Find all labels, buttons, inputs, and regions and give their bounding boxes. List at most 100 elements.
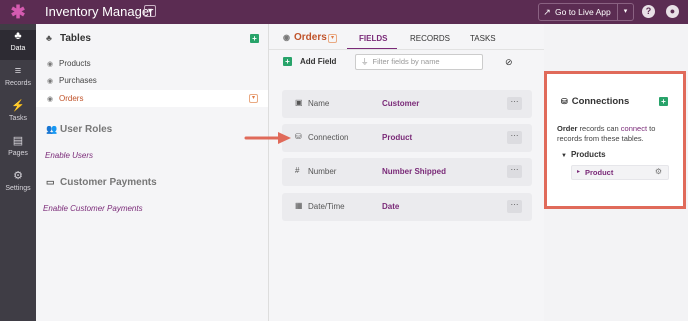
nav-data-label: Data <box>10 45 26 52</box>
add-table-icon[interactable]: + <box>250 34 259 43</box>
add-connection-icon[interactable]: + <box>659 97 668 106</box>
filter-icon: ⏚ <box>361 57 369 66</box>
customer-payments-heading: ▭ Customer Payments <box>46 177 157 188</box>
enable-customer-payments-link[interactable]: Enable Customer Payments <box>43 204 143 213</box>
connections-heading: ⛁ Connections <box>561 96 629 107</box>
records-icon: ≡ <box>14 65 22 77</box>
expand-caret-icon: ▸ <box>577 169 581 175</box>
live-button-label: Go to Live App <box>555 7 611 17</box>
field-name: Connection <box>308 133 349 142</box>
user-roles-heading: 👥 User Roles <box>46 124 112 135</box>
live-dropdown-caret-icon[interactable]: ▾ <box>617 4 633 20</box>
external-link-icon: ↗ <box>543 6 551 17</box>
sidebar-item-purchases[interactable]: ◉ Purchases <box>36 72 268 89</box>
desc-table: Order <box>557 124 578 133</box>
nav-records-label: Records <box>4 80 32 87</box>
connect-link[interactable]: connect <box>621 124 647 133</box>
table-icon: ◉ <box>47 61 54 68</box>
table-name-header: ◉ Orders <box>283 32 327 43</box>
tasks-icon: ⚡ <box>11 100 25 112</box>
nav-settings[interactable]: ⚙ Settings <box>0 170 36 200</box>
gear-icon[interactable]: ⚙ <box>655 167 662 176</box>
tables-heading: ♣ Tables <box>46 33 91 44</box>
sidebar-item-label: Orders <box>59 94 84 103</box>
field-value: Customer <box>382 99 420 108</box>
collapse-caret-icon: ▼ <box>561 153 567 159</box>
connections-title: Connections <box>571 96 630 107</box>
go-to-live-app-button[interactable]: ↗ Go to Live App ▾ <box>538 3 634 21</box>
nav-tasks[interactable]: ⚡ Tasks <box>0 100 36 130</box>
connections-panel: ⛁ Connections + Order records can connect… <box>544 71 686 209</box>
number-field-icon: # <box>295 166 300 175</box>
text-field-icon: ▣ <box>295 98 303 107</box>
field-row-name[interactable]: ▣ Name Customer ··· <box>282 90 532 118</box>
field-menu-button[interactable]: ··· <box>507 200 522 213</box>
field-name: Number <box>308 167 337 176</box>
field-row-datetime[interactable]: ▦ Date/Time Date ··· <box>282 193 532 221</box>
field-value: Product <box>382 133 413 142</box>
app-title: Inventory Manager <box>45 4 154 19</box>
nav-pages[interactable]: ▤ Pages <box>0 135 36 165</box>
sidebar-item-orders[interactable]: ◉ Orders ▾ <box>36 90 268 107</box>
filter-placeholder: Filter fields by name <box>372 57 440 66</box>
field-row-connection[interactable]: ⛁ Connection Product ··· <box>282 124 532 152</box>
add-icon: + <box>283 57 292 66</box>
table-options-caret-icon[interactable]: ▾ <box>328 34 337 43</box>
top-bar: ✱ Inventory Manager ▾ ↗ Go to Live App ▾… <box>0 0 688 24</box>
app-logo-icon[interactable]: ✱ <box>0 0 36 24</box>
table-name: Orders <box>293 32 327 43</box>
connection-item-product[interactable]: ▸ Product ⚙ <box>571 165 669 180</box>
enable-users-link[interactable]: Enable Users <box>45 151 93 160</box>
nav-data[interactable]: ♣ Data <box>0 30 36 60</box>
nav-pages-label: Pages <box>8 150 28 157</box>
table-icon: ◉ <box>283 33 290 42</box>
data-icon: ♣ <box>14 30 22 42</box>
products-group-toggle[interactable]: ▼ Products <box>561 150 606 159</box>
account-icon[interactable]: ● <box>666 5 679 18</box>
tables-sidebar: ♣ Tables + ◉ Products ◉ Purchases ◉ Orders ▾… <box>36 24 269 321</box>
sidebar-item-products[interactable]: ◉ Products <box>36 55 268 72</box>
field-menu-button[interactable]: ··· <box>507 165 522 178</box>
add-field-label: Add Field <box>300 57 337 66</box>
field-menu-button[interactable]: ··· <box>507 131 522 144</box>
customer-payments-title: Customer Payments <box>60 177 157 188</box>
tab-fields[interactable]: FIELDS <box>359 34 387 43</box>
user-roles-title: User Roles <box>60 124 113 135</box>
nav-settings-label: Settings <box>5 185 31 192</box>
field-menu-button[interactable]: ··· <box>507 97 522 110</box>
desc-mid: records can <box>577 124 621 133</box>
table-icon: ◉ <box>47 78 54 85</box>
field-value: Date <box>382 202 400 211</box>
add-field-button[interactable]: + Add Field <box>283 57 336 66</box>
annotation-arrow-icon <box>244 132 291 144</box>
field-name: Name <box>308 99 330 108</box>
users-icon: 👥 <box>46 124 58 134</box>
nav-records[interactable]: ≡ Records <box>0 65 36 95</box>
fields-panel: ◉ Orders ▾ FIELDS RECORDS TASKS + Add Fiel… <box>269 24 544 321</box>
calendar-field-icon: ▦ <box>295 201 303 210</box>
tables-icon: ♣ <box>46 33 52 43</box>
connection-field-icon: ⛁ <box>295 132 302 141</box>
left-nav: ♣ Data ≡ Records ⚡ Tasks ▤ Pages ⚙ Setti… <box>0 24 36 321</box>
products-group-label: Products <box>570 150 606 159</box>
pages-icon: ▤ <box>12 135 24 147</box>
payment-card-icon: ▭ <box>46 177 55 187</box>
tab-divider <box>269 49 544 50</box>
filter-fields-input[interactable]: ⏚ Filter fields by name <box>355 54 483 70</box>
tables-title: Tables <box>60 33 91 44</box>
nav-tasks-label: Tasks <box>9 115 27 122</box>
sidebar-item-label: Purchases <box>59 76 97 85</box>
app-menu-caret-icon[interactable]: ▾ <box>144 5 156 17</box>
help-icon[interactable]: ? <box>642 5 655 18</box>
tab-records[interactable]: RECORDS <box>410 34 450 43</box>
sidebar-item-label: Products <box>59 59 91 68</box>
field-value: Number Shipped <box>382 167 447 176</box>
field-name: Date/Time <box>308 202 345 211</box>
hide-fields-icon[interactable]: ⊘ <box>505 57 513 68</box>
connection-item-label: Product <box>585 168 614 177</box>
tab-tasks[interactable]: TASKS <box>470 34 496 43</box>
table-icon: ◉ <box>47 96 54 103</box>
connection-icon: ⛁ <box>561 97 568 106</box>
table-menu-caret-icon[interactable]: ▾ <box>249 94 258 103</box>
field-row-number[interactable]: # Number Number Shipped ··· <box>282 158 532 186</box>
